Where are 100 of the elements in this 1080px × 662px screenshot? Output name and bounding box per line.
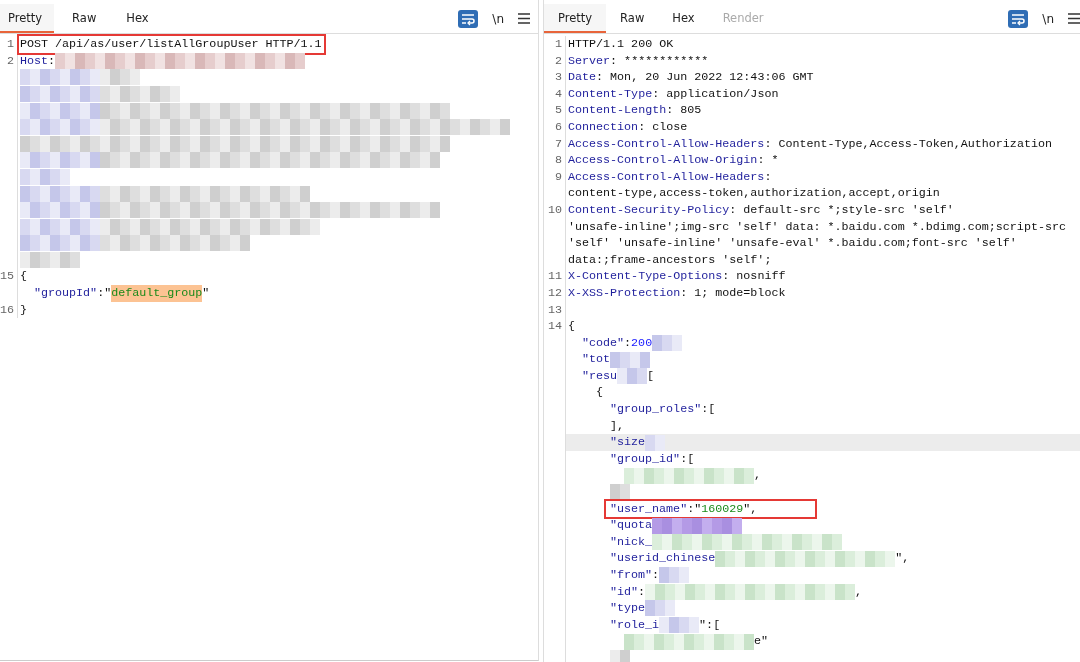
redaction-mosaic: [652, 335, 683, 351]
code-token: "group_id": [610, 450, 681, 468]
code-token: X-Content-Type-Options: [568, 268, 723, 285]
code-token: {: [568, 318, 575, 335]
code-token: :": [97, 284, 112, 302]
code-token: "code": [582, 334, 625, 352]
code-token: default_group: [111, 284, 203, 302]
line-number: 12: [547, 285, 562, 300]
code-token: : ************: [610, 52, 709, 70]
code-token: 'unsafe-inline';img-src 'self' data: *.baidu.com *.bdimg.com;script-src: [568, 218, 1066, 236]
code-token: Content-Type: [568, 85, 653, 103]
code-token: POST /api/as/user/listAllGroupUser HTTP/1.1: [20, 36, 322, 53]
line-number: 6: [555, 119, 562, 134]
line-number: 3: [555, 70, 562, 85]
code-token: "id": [610, 583, 639, 601]
code-token: "from": [610, 567, 653, 584]
line-number: 7: [555, 136, 562, 151]
code-token: "size: [610, 434, 646, 451]
code-token: Server: [568, 52, 611, 70]
code-token: "resu: [582, 367, 618, 385]
newline-toggle[interactable]: \n: [1042, 11, 1054, 26]
code-token: : 805: [666, 102, 702, 119]
line-number: 16: [0, 302, 15, 317]
code-token: :[: [701, 401, 716, 418]
line-number: 8: [555, 153, 562, 168]
code-token: Content-Length: [568, 102, 667, 119]
editor-tab[interactable]: Pretty: [0, 4, 55, 33]
code-token: content-type,access-token,authorization,accept,origin: [568, 185, 940, 202]
code-token: ],: [610, 417, 625, 435]
line-number: 11: [547, 269, 562, 284]
menu-icon[interactable]: [518, 13, 530, 24]
line-number: 2: [555, 53, 562, 68]
line-number: 9: [555, 169, 562, 184]
code-token: : Mon, 20 Jun 2022 12:43:06 GMT: [596, 69, 814, 86]
code-token: : 1; mode=block: [680, 284, 786, 302]
word-wrap-icon[interactable]: [458, 9, 479, 28]
line-number: 4: [555, 86, 562, 101]
line-number: 14: [547, 319, 562, 334]
code-token: :": [687, 500, 702, 518]
code-token: "tot: [582, 351, 611, 368]
code-token: :: [764, 168, 772, 186]
code-token: "quota: [610, 517, 653, 534]
code-token: 'self' 'unsafe-inline' 'unsafe-eval' *.baidu.com;font-src 'self': [568, 235, 1017, 252]
word-wrap-icon[interactable]: [1008, 9, 1029, 28]
code-token: Host: [20, 52, 49, 70]
code-token: "type: [610, 600, 646, 617]
code-token: Access-Control-Allow-Origin: [568, 152, 758, 169]
code-token: ": [202, 284, 210, 302]
code-token: : *: [757, 152, 779, 169]
code-token: "user_name": [610, 500, 688, 518]
code-token: ,: [855, 583, 863, 601]
code-token: :: [638, 583, 646, 601]
code-token: Access-Control-Allow-Headers: [568, 135, 765, 153]
code-token: Connection: [568, 118, 639, 136]
code-token: ":[: [699, 616, 721, 634]
code-token: HTTP/1.1 200 OK: [568, 36, 674, 53]
code-token: "userid_chinese: [610, 550, 716, 567]
editor-tab[interactable]: Raw: [606, 4, 659, 33]
code-token: : application/Json: [652, 85, 779, 103]
code-token: :: [652, 567, 660, 584]
editor-tab[interactable]: Hex: [658, 4, 709, 33]
code-token: X-XSS-Protection: [568, 284, 681, 302]
editor-tab[interactable]: Hex: [118, 4, 161, 33]
redaction-mosaic: [20, 252, 80, 268]
code-token: ",: [743, 500, 758, 518]
line-number: 5: [555, 103, 562, 118]
code-token: : default-src *;style-src 'self': [729, 201, 954, 219]
code-token: "group_roles": [610, 401, 702, 418]
code-token: {: [20, 268, 27, 285]
redaction-mosaic: [610, 351, 651, 368]
code-token: Date: [568, 69, 597, 86]
line-number: 15: [0, 269, 15, 284]
code-token: : nosniff: [722, 268, 786, 285]
code-token: :: [624, 334, 632, 352]
code-token: ",: [895, 550, 910, 567]
editor-tab[interactable]: Raw: [64, 4, 109, 33]
code-token: e": [754, 633, 769, 650]
code-token: 200: [631, 334, 653, 352]
menu-icon[interactable]: [1068, 13, 1080, 24]
code-token: :: [48, 52, 56, 70]
code-token: Access-Control-Allow-Headers: [568, 168, 765, 186]
redaction-mosaic: [617, 368, 648, 385]
code-token: data:;frame-ancestors 'self';: [568, 251, 772, 269]
code-token: }: [20, 301, 27, 319]
newline-toggle[interactable]: \n: [492, 11, 504, 26]
code-token: ,: [754, 467, 761, 485]
code-token: "groupId": [34, 284, 98, 302]
code-token: : close: [638, 118, 688, 136]
code-token: "role_i: [610, 616, 660, 634]
code-token: "nick_: [610, 533, 653, 551]
line-number: 10: [547, 202, 562, 217]
code-token: 160029: [701, 500, 744, 518]
code-token: Content-Security-Policy: [568, 201, 730, 219]
editor-tab[interactable]: Pretty: [544, 4, 607, 33]
code-token: {: [596, 384, 603, 402]
line-number: 2: [7, 53, 14, 68]
line-number: 1: [555, 37, 562, 51]
code-token: [: [647, 367, 655, 385]
code-token: :[: [680, 450, 695, 468]
line-number: 13: [547, 302, 562, 317]
